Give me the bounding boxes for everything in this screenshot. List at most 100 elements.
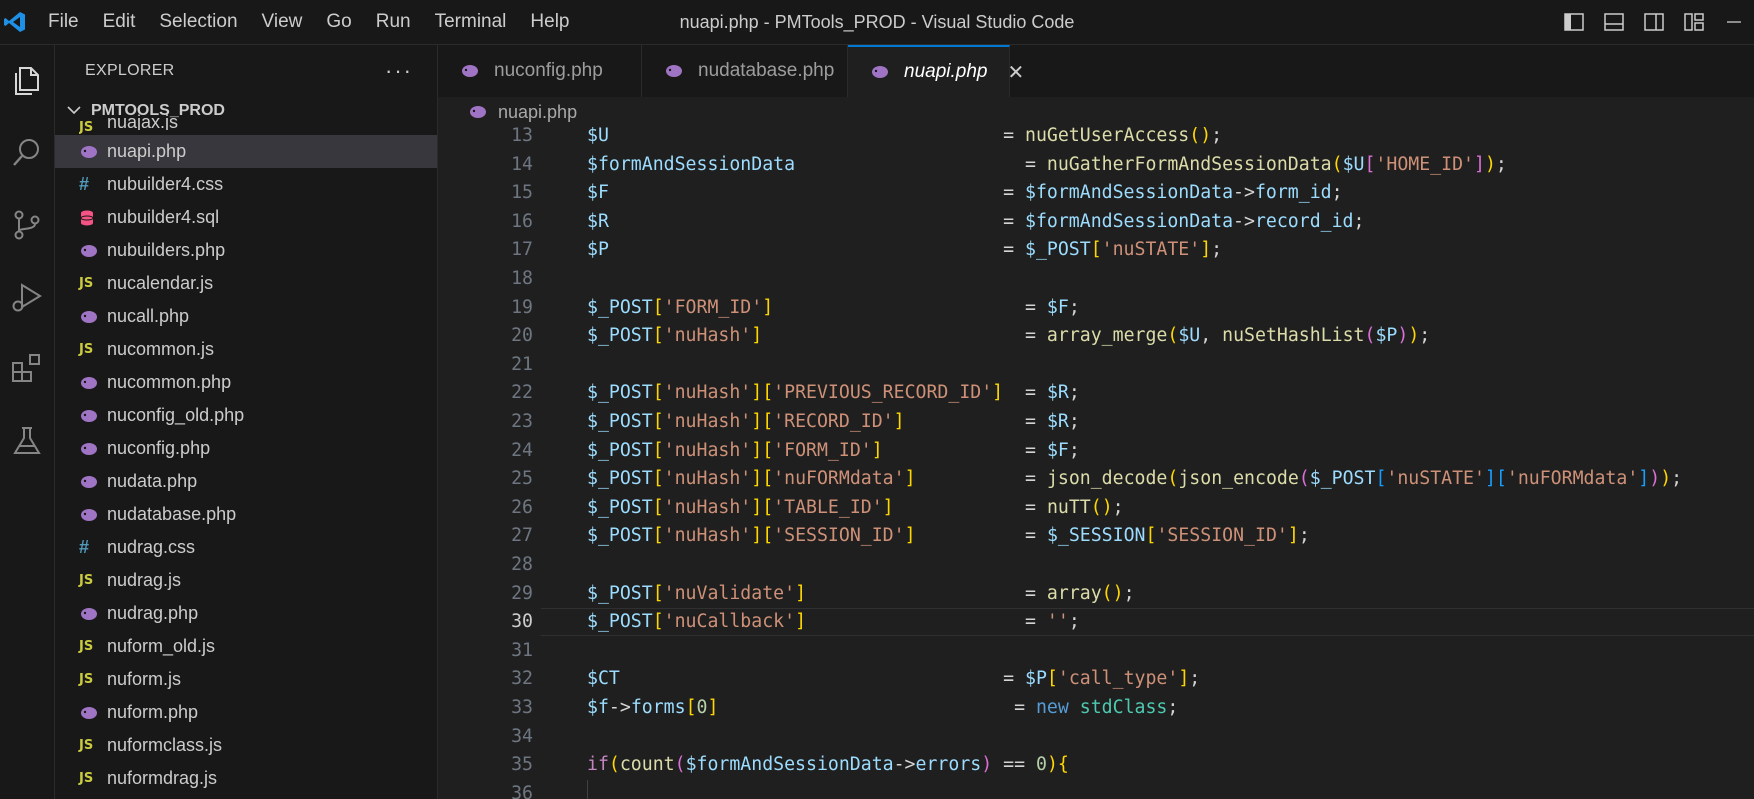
source-control-icon[interactable] [0,189,54,261]
code-token: ] [1287,525,1299,547]
code-token: ( [608,754,620,776]
explorer-icon[interactable] [0,45,54,117]
menu-run[interactable]: Run [364,0,423,44]
tab-nuapi[interactable]: nuapi.php ✕ [848,45,1024,97]
js-icon-label: JS [79,738,94,753]
js-icon-label: JS [79,342,94,357]
menu-help[interactable]: Help [518,0,581,44]
file-item[interactable]: nuapi.php [55,135,437,168]
code-text: $f->forms[0] = new stdClass; [587,694,1178,723]
file-item[interactable]: # nubuilder4.css [55,168,437,201]
code-token: 'nuHash' [663,468,752,490]
file-name: nucalendar.js [107,273,214,293]
file-item[interactable]: nudatabase.php [55,498,437,531]
close-tab-icon[interactable]: ✕ [1007,60,1024,85]
line-number: 14 [511,153,533,175]
php-file-icon [664,64,684,78]
code-line: 30 $_POST['nuCallback'] = ''; [438,608,1754,637]
code-token: $U [587,127,609,146]
file-item[interactable]: nucall.php [55,300,437,333]
code-text: $_POST['nuHash']['TABLE_ID'] = nuTT(); [587,494,1124,523]
menu-selection[interactable]: Selection [147,0,249,44]
code-token: ) [1660,468,1672,490]
code-token: count [619,754,675,776]
file-list: JS nuajax.js nuapi.php # nubuilder4.css nubui… [55,114,437,795]
file-item[interactable]: nuconfig_old.php [55,399,437,432]
menu-edit[interactable]: Edit [91,0,148,44]
code-token: [ [1046,668,1058,690]
code-token: $CT [587,668,620,690]
file-item[interactable]: nudata.php [55,465,437,498]
file-item[interactable]: nubuilders.php [55,234,437,267]
php-file-icon [870,65,890,79]
file-item[interactable]: JS nucalendar.js [55,267,437,300]
menu-view[interactable]: View [250,0,315,44]
file-item[interactable]: JS nuformdrag.js [55,762,437,795]
testing-icon[interactable] [0,405,54,477]
tab-label: nuconfig.php [494,60,603,81]
extensions-icon[interactable] [0,333,54,405]
code-token: [ [685,697,697,718]
code-text: $_POST['nuHash']['RECORD_ID'] = $R; [587,408,1080,437]
tab-nuconfig[interactable]: nuconfig.php [438,45,642,97]
code-token: $F [1046,439,1069,461]
file-item[interactable]: JS nuajax.js [55,114,437,135]
code-text: $_POST['nuValidate'] = array(); [587,580,1135,609]
breadcrumb-file[interactable]: nuapi.php [498,102,577,123]
file-name: nuform_old.js [107,636,216,656]
file-item[interactable]: nucommon.php [55,366,437,399]
file-item[interactable]: # nudrag.css [55,531,437,564]
code-token: = [718,697,1036,718]
file-item[interactable]: nuconfig.php [55,432,437,465]
customize-layout-icon[interactable] [1674,0,1714,44]
file-item[interactable]: nubuilder4.sql [55,201,437,234]
title-bar: File Edit Selection View Go Run Terminal Help n… [0,0,1754,45]
menu-go[interactable]: Go [314,0,363,44]
code-token: 'nuHash' [663,411,752,432]
code-token: ; [1112,496,1124,518]
menu-file[interactable]: File [36,0,91,44]
editor-tabs: nuconfig.php nudatabase.php nuapi.php ✕ [438,45,1754,97]
code-line: 21 [438,351,1754,380]
code-line: 27 $_POST['nuHash']['SESSION_ID'] = $_SES… [438,522,1754,551]
toggle-primary-sidebar-icon[interactable] [1554,0,1594,44]
menu-terminal[interactable]: Terminal [423,0,519,44]
code-editor[interactable]: 13 $U = nuGetUserAccess(); 14 $formAndSessi… [438,127,1754,799]
file-item[interactable]: nudrag.php [55,597,437,630]
code-token: [ [1375,468,1387,490]
more-actions-icon[interactable]: ··· [385,58,413,84]
toggle-panel-icon[interactable] [1594,0,1634,44]
line-number: 22 [511,382,533,404]
code-token: [ [1145,525,1157,547]
code-token: 'nuFORMdata' [773,468,905,490]
breadcrumb: nuapi.php [438,97,1754,127]
code-token: { [1057,754,1069,776]
line-number: 36 [511,782,533,799]
minimize-icon[interactable] [1714,0,1754,44]
file-item[interactable]: JS nudrag.js [55,564,437,597]
code-token: [ [652,525,664,547]
code-token: 'SESSION_ID' [773,525,905,547]
run-and-debug-icon[interactable] [0,261,54,333]
search-icon[interactable] [0,117,54,189]
file-name: nuconfig.php [107,438,211,458]
file-item[interactable]: JS nuformclass.js [55,729,437,762]
toggle-secondary-sidebar-icon[interactable] [1634,0,1674,44]
file-item[interactable]: nuform.php [55,696,437,729]
line-number: 26 [511,496,533,518]
code-token: () [1090,496,1113,518]
tab-nudatabase[interactable]: nudatabase.php [642,45,848,97]
code-token: array_merge [1046,325,1168,347]
code-token: = [1003,382,1047,404]
file-item[interactable]: JS nucommon.js [55,333,437,366]
code-token: ] [904,468,916,490]
code-token: [ [652,411,664,432]
code-line: 31 [438,637,1754,666]
explorer-header: EXPLORER ··· [55,45,437,97]
file-name: nuconfig_old.php [107,405,245,425]
file-item[interactable]: JS nuform.js [55,663,437,696]
file-item[interactable]: JS nuform_old.js [55,630,437,663]
code-token: ; [1353,210,1365,232]
code-token: $_POST [587,382,653,404]
code-token: ] [1638,468,1650,490]
